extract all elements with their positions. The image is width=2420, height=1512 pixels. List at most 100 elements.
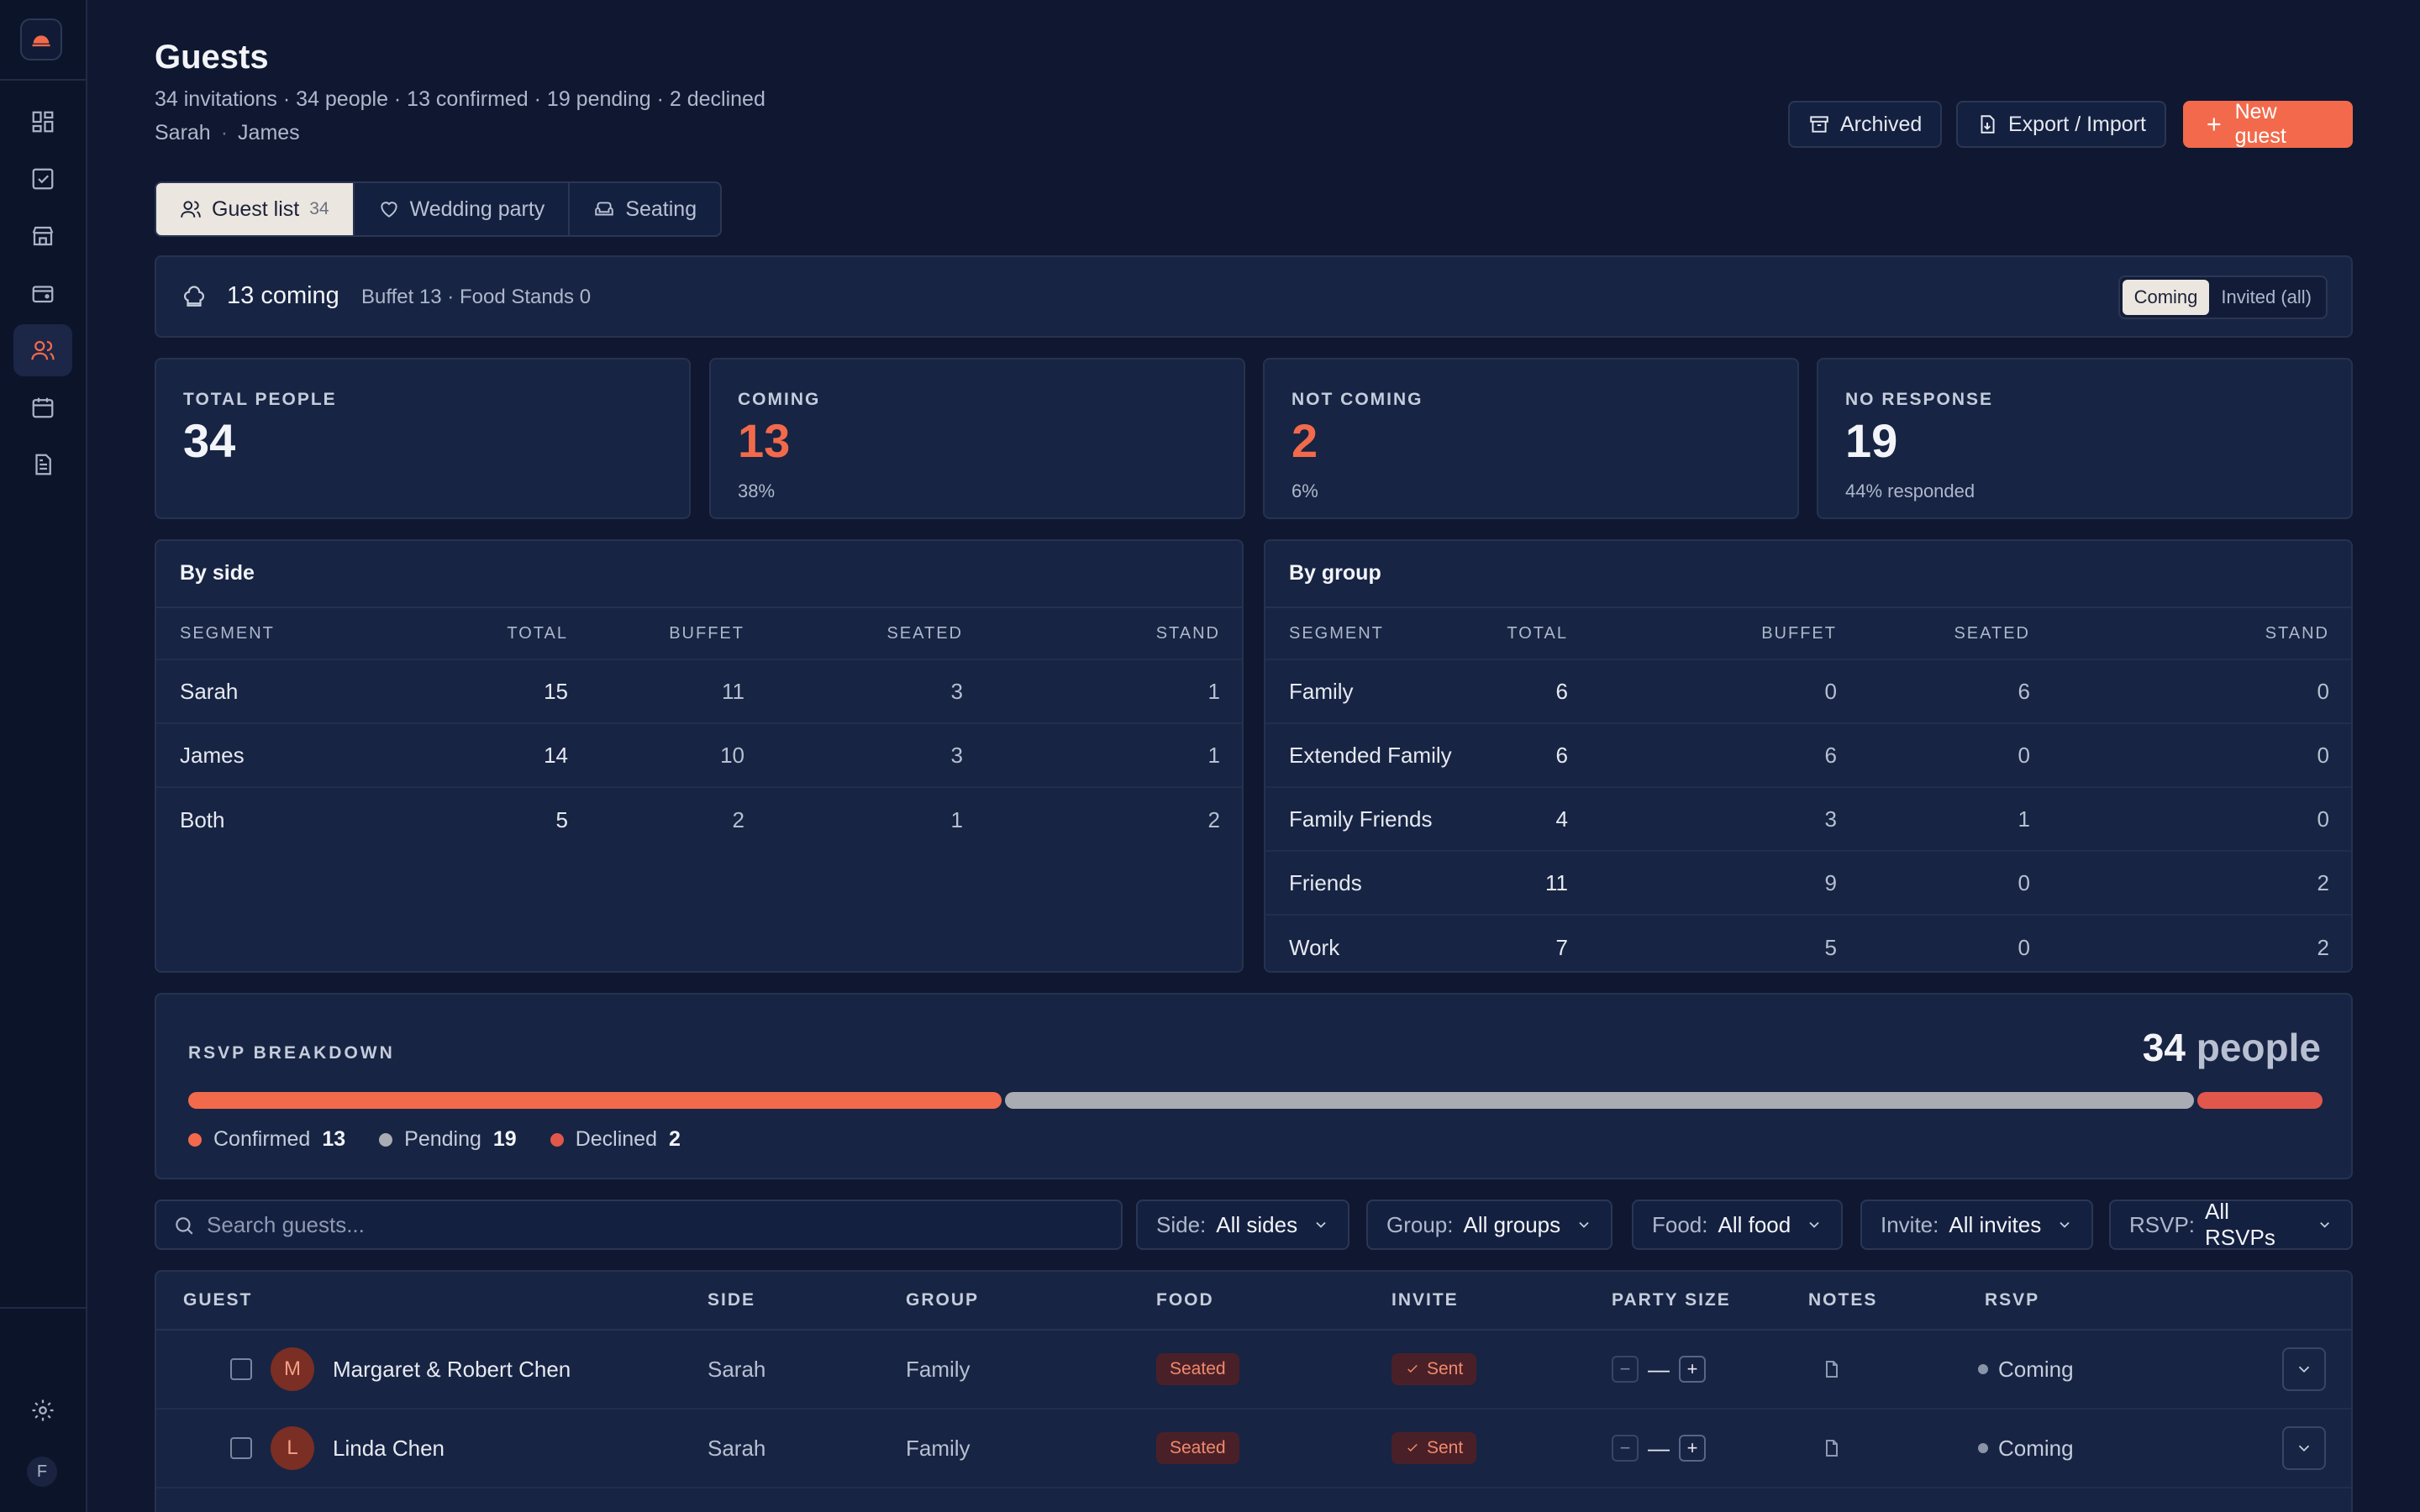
column-header: STAND [2265, 623, 2329, 643]
guest-group: Family [906, 1356, 971, 1382]
rsvp-total: 34 people [2143, 1025, 2321, 1070]
sunset-logo-icon [32, 35, 50, 47]
users-icon [181, 201, 201, 218]
invite-badge[interactable]: Sent [1392, 1353, 1477, 1385]
chevron-down-icon [1316, 1221, 1326, 1228]
column-header: SEATED [1954, 623, 2030, 643]
rsvp-status: Coming [1978, 1357, 2074, 1383]
users-icon [31, 340, 55, 360]
segment-count: 1 [1207, 742, 1220, 768]
sidebar-item-settings[interactable] [13, 1384, 72, 1436]
sidebar-item-dashboard[interactable] [13, 96, 72, 148]
decrement-button[interactable]: − [1612, 1356, 1639, 1383]
sidebar-item-calendar[interactable] [13, 381, 72, 433]
guest-name[interactable]: Linda Chen [333, 1436, 445, 1462]
dashboard-icon [32, 111, 54, 133]
sidebar-item-guests[interactable] [13, 324, 72, 376]
row-checkbox[interactable] [230, 1437, 252, 1459]
filter-group[interactable]: Group: All groups [1366, 1200, 1613, 1250]
filter-invite[interactable]: Invite: All invites [1860, 1200, 2094, 1250]
sidebar-divider [0, 1307, 86, 1309]
sidebar-item-tasks[interactable] [13, 153, 72, 205]
filter-value: All invites [1949, 1211, 2042, 1237]
tab-seating[interactable]: Seating [570, 183, 720, 235]
search-box [155, 1200, 1123, 1250]
page-summary: 34 invitations · 34 people · 13 confirme… [155, 87, 765, 111]
stat-card-coming: COMING 13 38% [709, 358, 1245, 519]
food-badge[interactable]: Seated [1156, 1353, 1239, 1385]
guest-cell: L Linda Chen [230, 1410, 445, 1487]
new-guest-label: New guest [2234, 100, 2286, 148]
filter-value: All groups [1463, 1211, 1561, 1237]
page-title: Guests [155, 39, 269, 76]
legend-dot [188, 1132, 202, 1147]
segment-count: 1 [950, 806, 963, 832]
panel-title: By side [180, 561, 255, 585]
archived-button[interactable]: Archived [1788, 101, 1943, 148]
new-guest-button[interactable]: New guest [2183, 100, 2353, 148]
invite-badge[interactable]: Sent [1392, 1432, 1477, 1464]
party-size-cell: − — + [1612, 1410, 1706, 1487]
sidebar-item-budget[interactable] [13, 267, 72, 319]
row-actions-cell [2282, 1331, 2326, 1408]
row-checkbox[interactable] [230, 1358, 252, 1380]
sofa-icon [595, 202, 614, 216]
filter-label: RSVP: [2129, 1211, 2196, 1237]
toggle-coming[interactable]: Coming [2122, 280, 2210, 315]
tab-wedding-party[interactable]: Wedding party [355, 183, 571, 235]
app-logo[interactable] [20, 18, 62, 60]
sidebar-item-documents[interactable] [13, 438, 72, 491]
filter-value: All food [1718, 1211, 1791, 1237]
tab-guest-list[interactable]: Guest list 34 [156, 183, 355, 235]
chevron-down-icon [2298, 1445, 2310, 1452]
legend-label: Pending [404, 1127, 481, 1151]
increment-button[interactable]: + [1679, 1356, 1706, 1383]
legend-count: 2 [668, 1127, 681, 1151]
export-import-button[interactable]: Export / Import [1956, 101, 2166, 148]
legend-count: 13 [322, 1127, 346, 1151]
row-expand-button[interactable] [2282, 1426, 2326, 1470]
table-row: M Margaret & Robert Chen Sarah Family Seated… [156, 1331, 2351, 1410]
coming-summary-bar: 13 coming Buffet 13 · Food Stands 0 Comi… [155, 255, 2353, 338]
increment-button[interactable]: + [1679, 1435, 1706, 1462]
party-size-stepper: − — + [1612, 1356, 1706, 1383]
filter-side[interactable]: Side: All sides [1136, 1200, 1350, 1250]
toggle-invited-all[interactable]: Invited (all) [2209, 280, 2323, 315]
food-badge[interactable]: Seated [1156, 1432, 1239, 1464]
status-dot [1978, 1443, 1988, 1453]
table-row: Both 5 2 1 2 [156, 788, 1242, 852]
filter-food[interactable]: Food: All food [1632, 1200, 1844, 1250]
segment-count: 0 [2018, 742, 2030, 768]
rsvp-bar-segment-declined [2197, 1092, 2323, 1109]
partner-a-name: Sarah [155, 121, 211, 144]
guest-name[interactable]: Margaret & Robert Chen [333, 1357, 571, 1383]
notes-cell[interactable] [1822, 1331, 1842, 1408]
filter-value: All sides [1216, 1211, 1298, 1237]
invite-status: Sent [1427, 1359, 1464, 1378]
checkbox-icon [32, 168, 54, 190]
segment-count: 2 [2317, 934, 2329, 960]
stat-card-not-coming: NOT COMING 2 6% [1263, 358, 1799, 519]
segment-count: 0 [2317, 806, 2329, 832]
segment-count: 11 [722, 678, 744, 704]
notes-cell[interactable] [1822, 1410, 1842, 1487]
decrement-button[interactable]: − [1612, 1435, 1639, 1462]
segment-count: 5 [1824, 934, 1837, 960]
legend-item-confirmed: Confirmed 13 [188, 1127, 345, 1152]
segment-count: 3 [950, 678, 963, 704]
by-side-table: SEGMENT TOTAL BUFFET SEATED STAND Sarah 15 11 3 1… [156, 608, 1242, 852]
document-icon [35, 454, 51, 475]
sidebar-item-vendors[interactable] [13, 210, 72, 262]
search-input[interactable] [207, 1208, 1097, 1242]
invite-status: Sent [1427, 1438, 1464, 1457]
row-expand-button[interactable] [2282, 1347, 2326, 1391]
view-tabs: Guest list 34 Wedding party Seating [155, 181, 723, 237]
rsvp-status: Coming [1978, 1436, 2074, 1462]
filter-rsvp[interactable]: RSVP: All RSVPs [2109, 1199, 2353, 1250]
user-avatar[interactable]: F [27, 1457, 57, 1487]
couple-names: Sarah · James [155, 121, 300, 145]
invite-cell: Sent [1392, 1331, 1477, 1408]
segment-count: 1 [2018, 806, 2030, 832]
column-header: NOTES [1808, 1290, 1878, 1310]
rsvp-cell: Coming [1978, 1331, 2074, 1408]
